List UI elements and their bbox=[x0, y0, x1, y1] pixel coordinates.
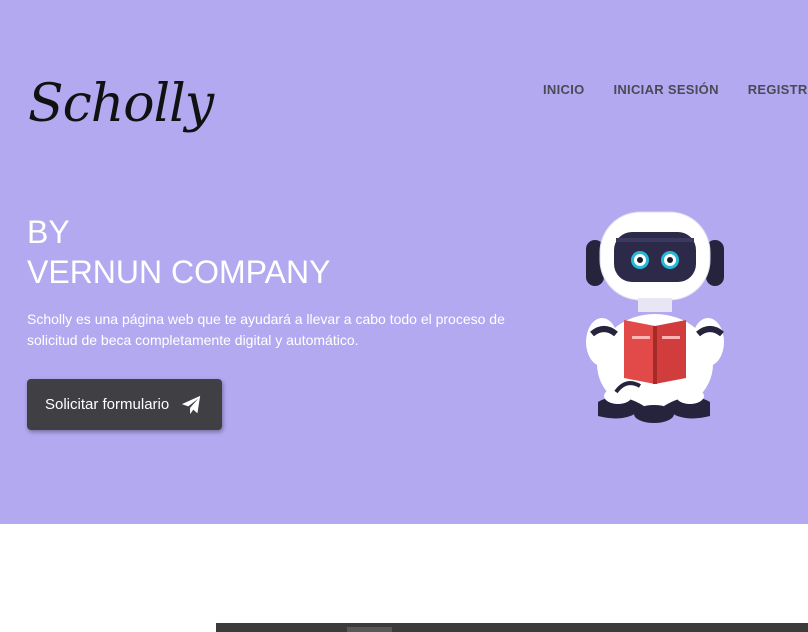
brand-logo[interactable]: Scholly bbox=[28, 78, 214, 130]
hero-section: Scholly INICIO INICIAR SESIÓN REGISTRA B… bbox=[0, 0, 808, 524]
nav-item-registrarse[interactable]: REGISTRA bbox=[748, 82, 808, 97]
nav-item-iniciar-sesion[interactable]: INICIAR SESIÓN bbox=[613, 82, 718, 97]
top-nav: INICIO INICIAR SESIÓN REGISTRA bbox=[543, 82, 808, 97]
hero-title-line1: BY bbox=[27, 214, 70, 250]
scrollbar-thumb[interactable] bbox=[347, 627, 392, 632]
paper-plane-icon bbox=[180, 394, 202, 416]
cta-label: Solicitar formulario bbox=[45, 396, 170, 413]
nav-item-inicio[interactable]: INICIO bbox=[543, 82, 585, 97]
horizontal-scrollbar[interactable] bbox=[216, 623, 808, 632]
hero-title-line2: VERNUN COMPANY bbox=[27, 254, 331, 290]
hero-title: BY VERNUN COMPANY bbox=[27, 212, 330, 292]
hero-description: Scholly es una página web que te ayudará… bbox=[27, 311, 505, 348]
robot-illustration bbox=[578, 202, 738, 430]
solicitar-formulario-button[interactable]: Solicitar formulario bbox=[27, 379, 222, 430]
